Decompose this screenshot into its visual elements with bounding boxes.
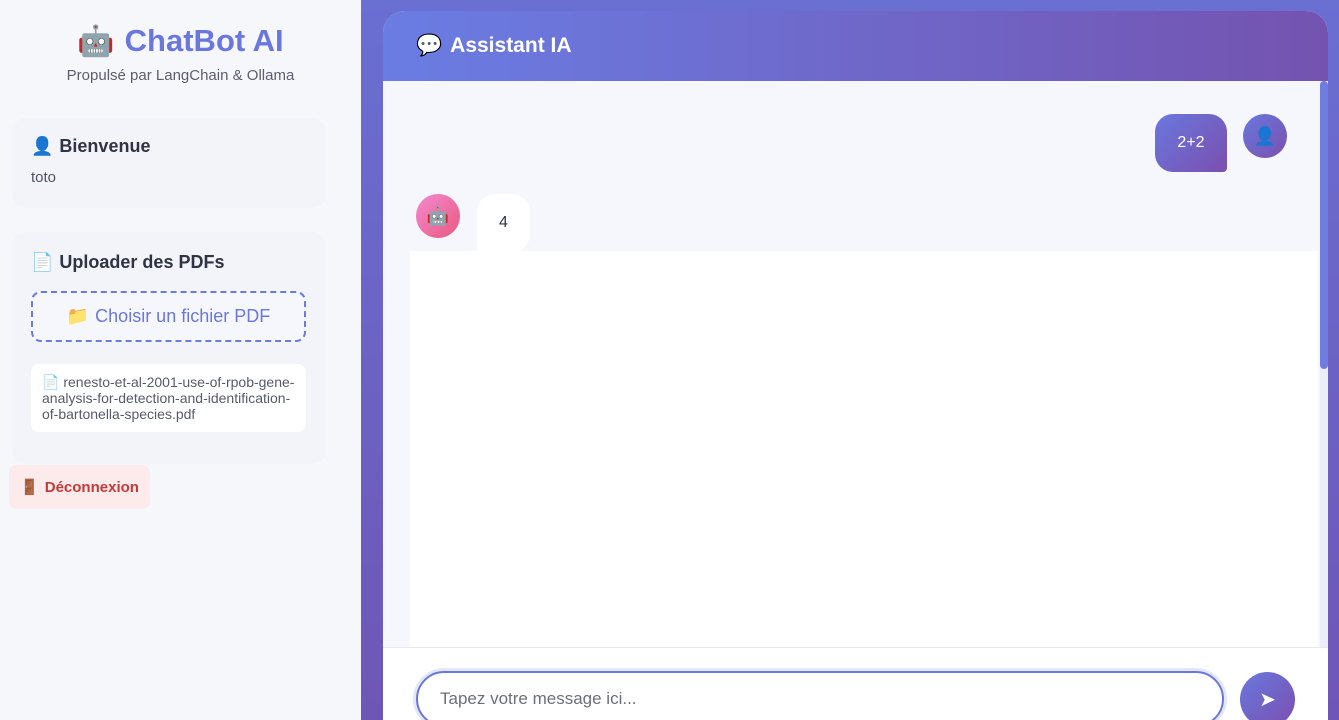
logout-button[interactable]: 🚪 Déconnexion — [9, 465, 150, 509]
chat-panel: 💬 Assistant IA 2+2 👤 🤖 4 ➤ — [383, 11, 1328, 720]
upload-title: Uploader des PDFs — [59, 252, 225, 272]
brand: 🤖 ChatBot AI Propulsé par LangChain & Ol… — [0, 0, 361, 84]
sidebar: 🤖 ChatBot AI Propulsé par LangChain & Ol… — [0, 0, 361, 720]
send-arrow-icon: ➤ — [1259, 689, 1276, 711]
bot-avatar-icon: 🤖 — [416, 194, 460, 238]
message-area-blank — [410, 251, 1318, 647]
welcome-card: 👤 Bienvenue toto — [12, 118, 326, 208]
folder-icon: 📁 — [66, 306, 90, 326]
uploaded-file-item: 📄 renesto-et-al-2001-use-of-rpob-gene-an… — [31, 364, 306, 432]
chat-header: 💬 Assistant IA — [383, 11, 1328, 81]
upload-card: 📄 Uploader des PDFs 📁 Choisir un fichier… — [12, 232, 326, 464]
scrollbar-track[interactable] — [1320, 81, 1328, 647]
choose-pdf-button[interactable]: 📁 Choisir un fichier PDF — [31, 291, 306, 342]
brand-subtitle: Propulsé par LangChain & Ollama — [66, 67, 295, 84]
choose-pdf-label: Choisir un fichier PDF — [95, 306, 271, 326]
door-icon: 🚪 — [20, 479, 39, 496]
chat-title: Assistant IA — [450, 34, 572, 57]
username: toto — [31, 169, 57, 186]
brand-name: ChatBot AI — [124, 23, 284, 58]
brand-title: 🤖 ChatBot AI — [0, 20, 361, 62]
file-name: renesto-et-al-2001-use-of-rpob-gene-anal… — [42, 374, 295, 422]
bot-message-bubble: 4 — [477, 194, 530, 252]
message-list[interactable]: 2+2 👤 🤖 4 — [383, 81, 1328, 647]
user-message-bubble: 2+2 — [1155, 114, 1227, 172]
message-input[interactable] — [416, 671, 1224, 720]
user-avatar-icon: 👤 — [1243, 114, 1287, 158]
welcome-title: Bienvenue — [59, 136, 151, 156]
scrollbar-thumb[interactable] — [1320, 81, 1328, 369]
user-icon: 👤 — [31, 136, 54, 156]
logout-label: Déconnexion — [44, 478, 139, 496]
welcome-heading: 👤 Bienvenue — [31, 136, 307, 157]
file-icon: 📄 — [42, 374, 60, 390]
speech-bubble-icon: 💬 — [416, 34, 443, 57]
robot-icon: 🤖 — [77, 24, 115, 58]
document-icon: 📄 — [31, 252, 54, 272]
upload-heading: 📄 Uploader des PDFs — [31, 252, 307, 273]
input-bar: ➤ — [383, 647, 1328, 720]
send-button[interactable]: ➤ — [1240, 672, 1295, 720]
